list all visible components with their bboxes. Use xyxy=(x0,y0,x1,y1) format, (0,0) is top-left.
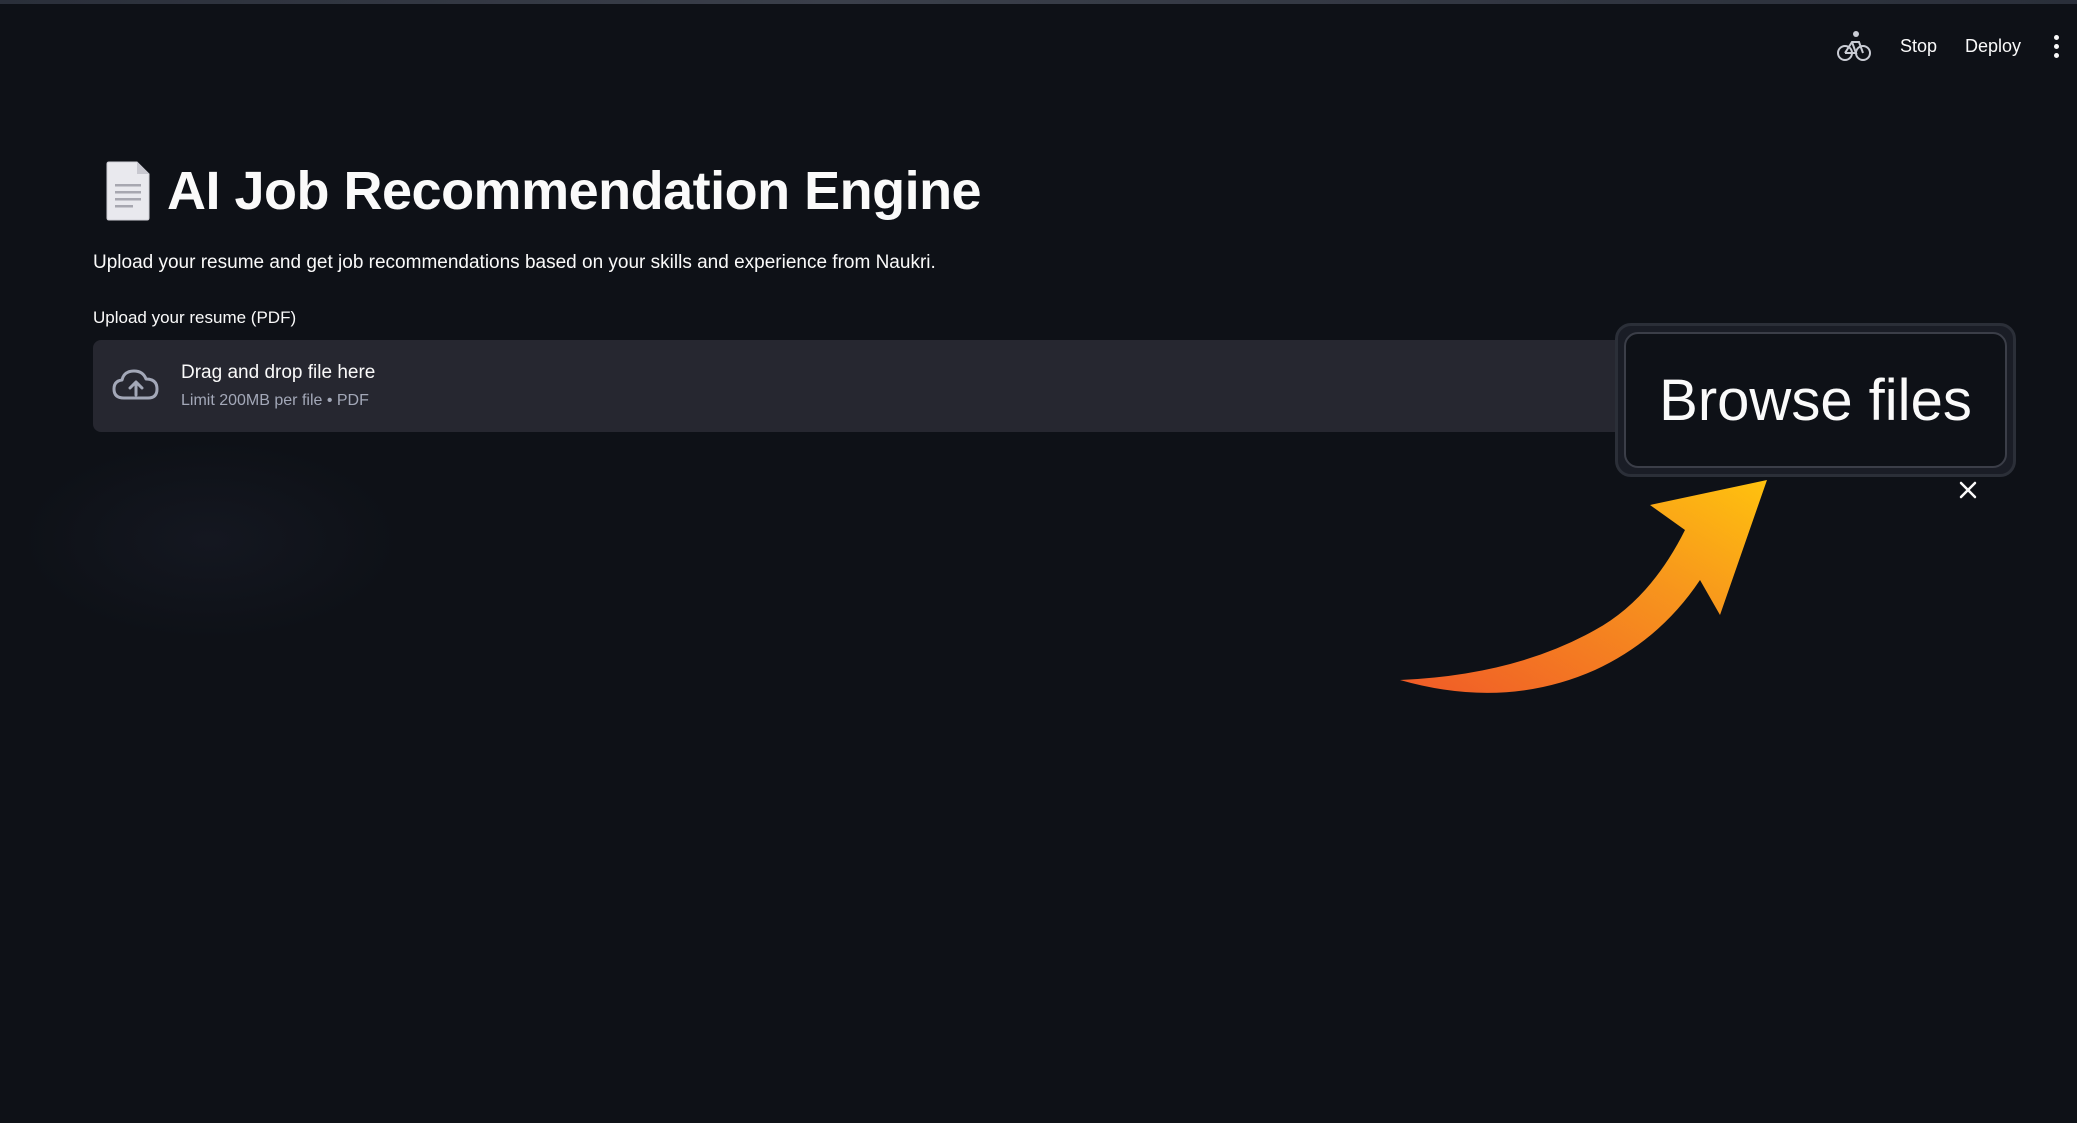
stop-button[interactable]: Stop xyxy=(1900,36,1937,57)
top-decoration-line xyxy=(0,0,2077,4)
pointer-arrow-icon xyxy=(1395,470,1785,700)
dropzone-text: Drag and drop file here Limit 200MB per … xyxy=(181,362,375,410)
cloud-upload-icon xyxy=(111,366,161,406)
browse-files-callout: Browse files xyxy=(1615,323,2016,477)
file-dropzone[interactable]: Drag and drop file here Limit 200MB per … xyxy=(93,340,1653,432)
deploy-button[interactable]: Deploy xyxy=(1965,36,2021,57)
dropzone-title: Drag and drop file here xyxy=(181,362,376,383)
page-subtitle: Upload your resume and get job recommend… xyxy=(93,252,936,273)
app-toolbar: Stop Deploy xyxy=(1836,28,2063,64)
title-row: AI Job Recommendation Engine xyxy=(105,160,2013,222)
document-icon xyxy=(105,160,151,222)
background-shadow xyxy=(20,440,400,640)
page-title: AI Job Recommendation Engine xyxy=(167,161,982,221)
close-icon[interactable] xyxy=(1956,478,1980,502)
kebab-menu-icon[interactable] xyxy=(2049,31,2063,61)
dropzone-limit: Limit 200MB per file • PDF xyxy=(181,392,369,409)
browse-files-button[interactable]: Browse files xyxy=(1624,332,2007,468)
bicycle-running-icon xyxy=(1836,28,1872,64)
app-page: Stop Deploy AI Job Recommendation Engine… xyxy=(0,0,2077,1123)
